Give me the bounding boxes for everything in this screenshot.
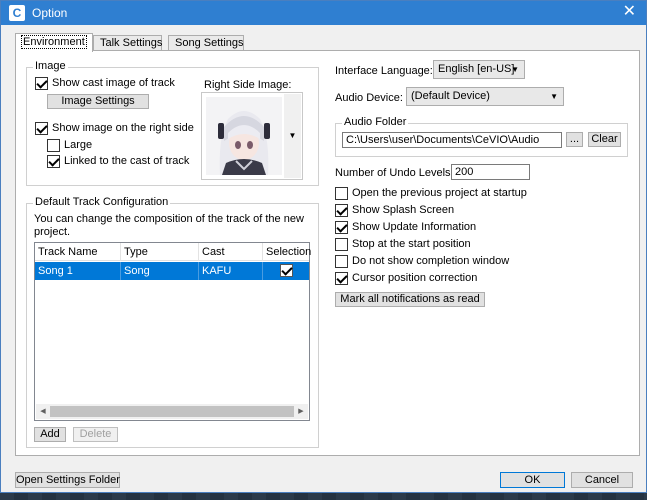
checkbox-icon — [35, 122, 48, 135]
checkbox-icon — [335, 272, 348, 285]
window-title: Option — [32, 6, 68, 20]
option-label: Show Splash Screen — [352, 204, 455, 216]
open-previous-project-checkbox[interactable]: Open the previous project at startup — [335, 187, 527, 202]
linked-to-cast-checkbox[interactable]: Linked to the cast of track — [47, 155, 189, 170]
image-settings-button[interactable]: Image Settings — [47, 94, 149, 109]
selection-cell[interactable] — [263, 262, 309, 280]
show-cast-image-checkbox[interactable]: Show cast image of track — [35, 77, 175, 92]
track-table: Track Name Type Cast Selection Song 1 So… — [34, 242, 311, 421]
option-label: Show Update Information — [352, 221, 477, 233]
chevron-down-icon[interactable]: ▼ — [284, 94, 301, 178]
right-side-image-picker[interactable]: ▼ — [201, 92, 303, 180]
show-image-right-label: Show image on the right side — [52, 122, 194, 134]
cancel-button[interactable]: Cancel — [571, 472, 633, 488]
browse-button[interactable]: ... — [566, 132, 583, 147]
checkbox-icon — [335, 255, 348, 268]
show-splash-screen-checkbox[interactable]: Show Splash Screen — [335, 204, 454, 219]
table-header: Track Name Type Cast Selection — [35, 243, 311, 261]
track-description: You can change the composition of the tr… — [34, 213, 304, 238]
checkbox-icon — [335, 204, 348, 217]
column-header[interactable]: Cast — [199, 243, 263, 261]
track-name-cell: Song 1 — [35, 262, 121, 280]
option-label: Do not show completion window — [352, 255, 510, 267]
large-checkbox[interactable]: Large — [47, 139, 92, 154]
undo-levels-label: Number of Undo Levels: — [335, 167, 454, 179]
right-side-image-label: Right Side Image: — [204, 79, 292, 91]
checkbox-icon — [335, 238, 348, 251]
cast-cell: KAFU — [199, 262, 263, 280]
ok-button[interactable]: OK — [500, 472, 565, 488]
checkbox-icon — [47, 155, 60, 168]
clear-button[interactable]: Clear — [588, 132, 621, 147]
large-label: Large — [64, 139, 93, 151]
tab-environment[interactable]: Environment — [15, 33, 93, 52]
open-settings-folder-button[interactable]: Open Settings Folder — [15, 472, 120, 488]
horizontal-scrollbar[interactable]: ◀ ▶ — [36, 404, 308, 419]
image-group-title: Image — [33, 60, 68, 72]
mark-notifications-read-button[interactable]: Mark all notifications as read — [335, 292, 485, 307]
column-header[interactable]: Selection — [263, 243, 311, 261]
scroll-left-icon[interactable]: ◀ — [37, 405, 49, 418]
column-header[interactable]: Track Name — [35, 243, 121, 261]
close-icon[interactable]: ✕ — [623, 4, 636, 20]
checkbox-icon — [335, 187, 348, 200]
stop-at-start-checkbox[interactable]: Stop at the start position — [335, 238, 471, 253]
show-image-right-checkbox[interactable]: Show image on the right side — [35, 122, 194, 137]
delete-button[interactable]: Delete — [73, 427, 118, 442]
interface-language-value: English [en-US] — [438, 63, 515, 75]
option-label: Open the previous project at startup — [352, 187, 527, 199]
scroll-right-icon[interactable]: ▶ — [295, 405, 307, 418]
audio-device-select[interactable]: (Default Device) ▼ — [406, 87, 564, 106]
interface-language-label: Interface Language: — [335, 65, 433, 77]
show-cast-image-label: Show cast image of track — [52, 77, 175, 89]
audio-device-label: Audio Device: — [335, 92, 403, 104]
table-row[interactable]: Song 1 Song KAFU — [35, 262, 309, 280]
no-completion-window-checkbox[interactable]: Do not show completion window — [335, 255, 509, 270]
linked-to-cast-label: Linked to the cast of track — [64, 155, 190, 167]
interface-language-select[interactable]: English [en-US] ▼ — [433, 60, 525, 79]
show-update-info-checkbox[interactable]: Show Update Information — [335, 221, 476, 236]
chevron-down-icon: ▼ — [550, 92, 558, 101]
column-header[interactable]: Type — [121, 243, 199, 261]
audio-folder-title: Audio Folder — [342, 116, 409, 128]
selection-checkbox[interactable] — [279, 264, 293, 277]
cursor-position-correction-checkbox[interactable]: Cursor position correction — [335, 272, 477, 287]
option-dialog: C Option ✕ Environment Talk Settings Son… — [0, 0, 647, 493]
checkbox-icon — [335, 221, 348, 234]
undo-levels-field[interactable]: 200 — [451, 164, 530, 180]
add-button[interactable]: Add — [34, 427, 66, 442]
chevron-down-icon: ▼ — [511, 65, 519, 74]
checkbox-icon — [35, 77, 48, 90]
character-thumbnail-image — [206, 97, 282, 175]
audio-folder-path-field[interactable]: C:\Users\user\Documents\CeVIO\Audio — [342, 132, 562, 148]
default-track-group-title: Default Track Configuration — [33, 196, 171, 208]
checkbox-icon — [47, 139, 60, 152]
title-bar: C Option ✕ — [1, 1, 646, 25]
option-label: Cursor position correction — [352, 272, 478, 284]
option-label: Stop at the start position — [352, 238, 471, 250]
type-cell: Song — [121, 262, 199, 280]
audio-device-value: (Default Device) — [411, 90, 490, 102]
scrollbar-thumb[interactable] — [50, 406, 294, 417]
cevio-app-icon: C — [9, 5, 25, 21]
